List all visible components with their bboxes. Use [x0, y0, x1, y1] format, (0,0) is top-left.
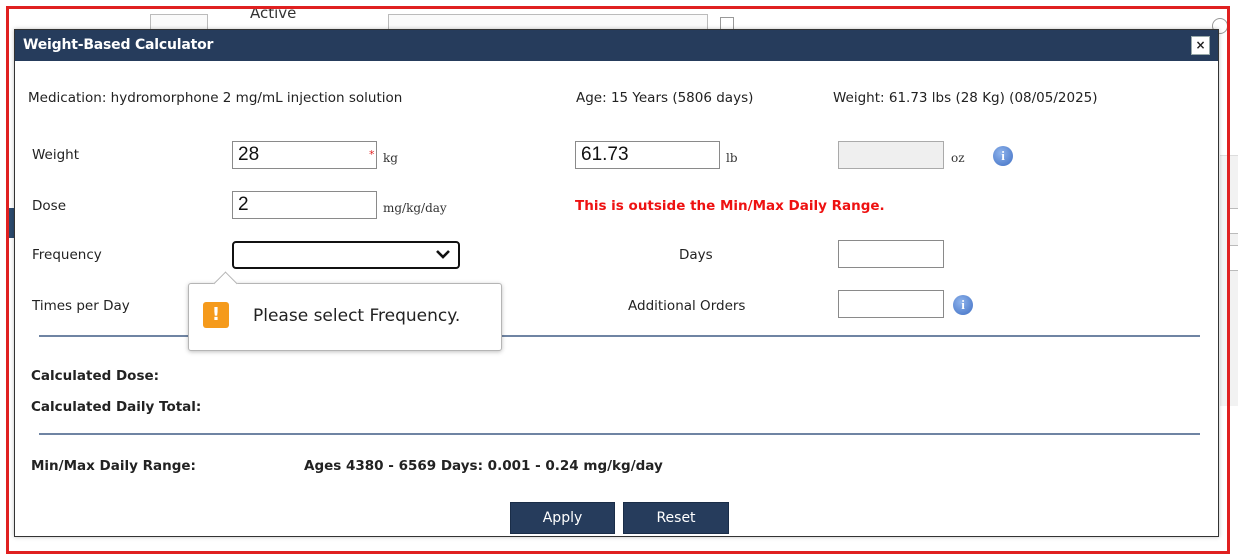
dose-input[interactable]	[232, 191, 377, 219]
dialog-title: Weight-Based Calculator	[23, 37, 214, 53]
tooltip-arrow	[213, 271, 238, 296]
additional-orders-input[interactable]	[838, 290, 944, 318]
days-input[interactable]	[838, 240, 944, 268]
info-icon[interactable]: i	[953, 295, 973, 315]
min-max-label: Min/Max Daily Range:	[31, 458, 196, 474]
age-info: Age: 15 Years (5806 days)	[576, 90, 754, 106]
times-per-day-label: Times per Day	[32, 298, 130, 314]
oz-unit: oz	[951, 151, 965, 165]
validation-tooltip: ! Please select Frequency.	[188, 271, 502, 351]
weight-oz-input	[838, 141, 944, 169]
days-label: Days	[679, 247, 713, 263]
calculated-daily-total-label: Calculated Daily Total:	[31, 399, 202, 415]
warning-icon: !	[203, 302, 229, 328]
tooltip-message: Please select Frequency.	[253, 306, 461, 326]
frequency-label: Frequency	[32, 247, 102, 263]
weight-kg-input[interactable]	[232, 141, 377, 169]
medication-info: Medication: hydromorphone 2 mg/mL inject…	[28, 90, 403, 106]
close-icon: ×	[1195, 38, 1206, 52]
kg-unit: kg	[383, 151, 398, 165]
background-right-input	[1228, 208, 1238, 234]
apply-button[interactable]: Apply	[510, 502, 615, 534]
dose-unit: mg/kg/day	[383, 201, 447, 215]
weight-label: Weight	[32, 147, 80, 163]
background-active-label: Active	[250, 4, 297, 22]
background-right-input	[1228, 245, 1238, 271]
dose-label: Dose	[32, 198, 66, 214]
required-indicator: *	[369, 148, 375, 161]
weight-based-calculator-dialog: Weight-Based Calculator × Medication: hy…	[14, 29, 1219, 537]
additional-orders-label: Additional Orders	[628, 298, 746, 314]
min-max-value: Ages 4380 - 6569 Days: 0.001 - 0.24 mg/k…	[304, 458, 663, 474]
divider	[39, 433, 1200, 435]
calculated-dose-label: Calculated Dose:	[31, 368, 160, 384]
background-right-panel	[1220, 155, 1238, 406]
dose-range-warning: This is outside the Min/Max Daily Range.	[575, 198, 885, 214]
weight-lb-input[interactable]	[575, 141, 720, 169]
weight-info: Weight: 61.73 lbs (28 Kg) (08/05/2025)	[833, 90, 1098, 106]
dialog-titlebar: Weight-Based Calculator ×	[15, 30, 1218, 61]
chevron-down-icon	[435, 246, 451, 266]
lb-unit: lb	[726, 151, 738, 165]
info-icon[interactable]: i	[993, 146, 1013, 166]
close-button[interactable]: ×	[1191, 36, 1210, 55]
reset-button[interactable]: Reset	[623, 502, 729, 534]
frequency-select[interactable]	[232, 241, 460, 269]
